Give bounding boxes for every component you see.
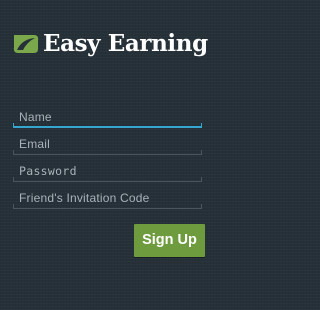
invitation-code-field-underline — [13, 208, 202, 209]
brand-name: Easy Earning — [43, 30, 208, 57]
password-placeholder: Password — [19, 164, 77, 178]
signup-button[interactable]: Sign Up — [134, 224, 205, 257]
email-field-underline — [13, 154, 202, 155]
app-logo: Easy Earning — [12, 29, 208, 59]
leaf-icon — [13, 35, 39, 53]
name-field[interactable]: Name — [13, 107, 202, 131]
invitation-code-placeholder: Friend's Invitation Code — [19, 191, 150, 205]
password-field[interactable]: Password — [13, 161, 202, 185]
name-field-underline — [13, 126, 202, 128]
email-field[interactable]: Email — [13, 134, 202, 158]
invitation-code-field[interactable]: Friend's Invitation Code — [13, 188, 202, 212]
name-placeholder: Name — [19, 110, 52, 124]
email-placeholder: Email — [19, 137, 51, 151]
password-field-underline — [13, 181, 202, 182]
